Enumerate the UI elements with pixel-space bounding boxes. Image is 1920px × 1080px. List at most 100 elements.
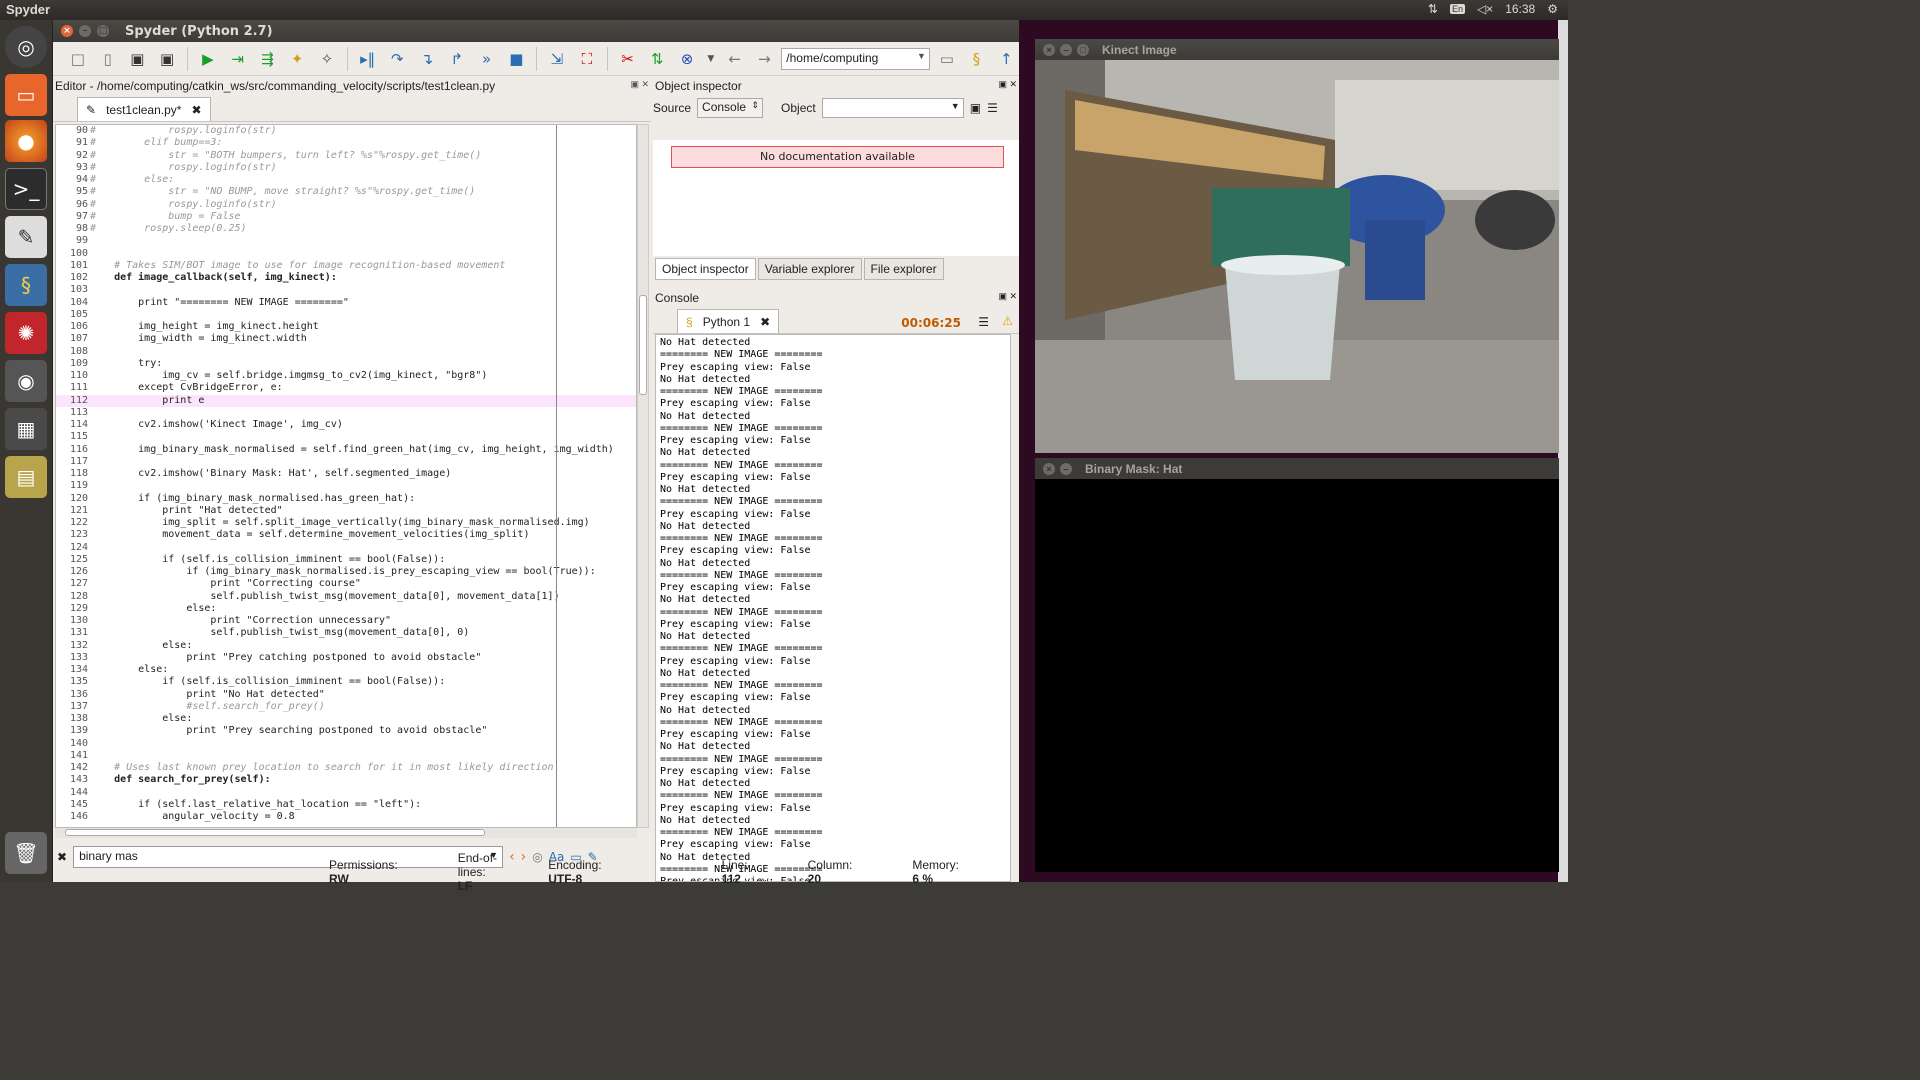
code-line[interactable]: 114 cv2.imshow('Kinect Image', img_cv) bbox=[56, 419, 636, 431]
code-line[interactable]: 110 img_cv = self.bridge.imgmsg_to_cv2(i… bbox=[56, 370, 636, 382]
code-line[interactable]: 140 bbox=[56, 738, 636, 750]
minimize-icon[interactable]: – bbox=[1060, 43, 1072, 56]
code-line[interactable]: 142 # Uses last known prey location to s… bbox=[56, 762, 636, 774]
pane-controls-icon[interactable]: ▣ ✕ bbox=[998, 291, 1017, 305]
pane-controls-icon[interactable]: ▣ ✕ bbox=[998, 79, 1017, 93]
continue-icon[interactable]: » bbox=[474, 46, 500, 72]
code-line[interactable]: 106 img_height = img_kinect.height bbox=[56, 321, 636, 333]
text-editor-icon[interactable]: ✎ bbox=[5, 216, 47, 258]
close-tab-icon[interactable]: ✖ bbox=[191, 103, 201, 117]
code-line[interactable]: 90 # rospy.loginfo(str) bbox=[56, 125, 636, 137]
code-line[interactable]: 125 if (self.is_collision_imminent == bo… bbox=[56, 554, 636, 566]
python-path-icon[interactable]: § bbox=[964, 46, 990, 72]
code-line[interactable]: 137 #self.search_for_prey() bbox=[56, 701, 636, 713]
code-line[interactable]: 127 print "Correcting course" bbox=[56, 578, 636, 590]
code-line[interactable]: 91 # elif bump==3: bbox=[56, 137, 636, 149]
stop-icon[interactable]: ⊗ bbox=[674, 46, 700, 72]
run-cell-icon[interactable]: ⇶ bbox=[254, 46, 280, 72]
re-run-icon[interactable]: ✧ bbox=[314, 46, 340, 72]
minimize-icon[interactable]: – bbox=[1060, 462, 1072, 475]
code-line[interactable]: 97 # bump = False bbox=[56, 211, 636, 223]
tab-python-1[interactable]: § Python 1 ✖ bbox=[677, 309, 780, 333]
minimize-icon[interactable]: – bbox=[79, 25, 91, 37]
step-icon[interactable]: ↷ bbox=[384, 46, 410, 72]
code-line[interactable]: 100 bbox=[56, 248, 636, 260]
options-icon[interactable]: ☰ bbox=[987, 101, 998, 115]
code-line[interactable]: 112 print e bbox=[56, 394, 636, 407]
code-line[interactable]: 120 if (img_binary_mask_normalised.has_g… bbox=[56, 493, 636, 505]
code-line[interactable]: 92 # str = "BOTH bumpers, turn left? %s"%… bbox=[56, 150, 636, 162]
code-line[interactable]: 118 cv2.imshow('Binary Mask: Hat', self.… bbox=[56, 468, 636, 480]
tab-file-explorer[interactable]: File explorer bbox=[863, 258, 944, 280]
code-line[interactable]: 119 bbox=[56, 480, 636, 492]
code-line[interactable]: 136 print "No Hat detected" bbox=[56, 689, 636, 701]
tab-variable-explorer[interactable]: Variable explorer bbox=[757, 258, 862, 280]
code-editor[interactable]: 90 # rospy.loginfo(str) 91 # elif bump==3: 9… bbox=[55, 124, 637, 828]
save-icon[interactable]: ▣ bbox=[125, 46, 151, 72]
options-icon[interactable]: ☰ bbox=[978, 315, 989, 329]
terminal-icon[interactable]: >_ bbox=[5, 168, 47, 210]
stop-debug-icon[interactable]: ■ bbox=[503, 46, 529, 72]
code-line[interactable]: 124 bbox=[56, 542, 636, 554]
step-return-icon[interactable]: ↱ bbox=[444, 46, 470, 72]
chevron-down-icon[interactable]: ▼ bbox=[917, 51, 926, 61]
maximize-icon[interactable]: □ bbox=[97, 25, 109, 37]
back-icon[interactable]: ← bbox=[722, 46, 748, 72]
preferences-icon[interactable]: ✂ bbox=[615, 46, 641, 72]
python-icon[interactable]: § bbox=[5, 264, 47, 306]
object-input[interactable]: ▼ bbox=[821, 98, 964, 118]
workspace-switcher-icon[interactable]: ▦ bbox=[5, 408, 47, 450]
code-line[interactable]: 103 bbox=[56, 284, 636, 296]
close-tab-icon[interactable]: ✖ bbox=[760, 315, 770, 329]
code-line[interactable]: 131 self.publish_twist_msg(movement_data… bbox=[56, 627, 636, 639]
parent-directory-icon[interactable]: ↑ bbox=[993, 46, 1019, 72]
code-line[interactable]: 129 else: bbox=[56, 603, 636, 615]
code-line[interactable]: 104 print "======== NEW IMAGE ========" bbox=[56, 297, 636, 309]
code-line[interactable]: 109 try: bbox=[56, 358, 636, 370]
pythonpath-icon[interactable]: ⇅ bbox=[644, 46, 670, 72]
source-select[interactable]: Console ⇕ bbox=[697, 98, 764, 118]
code-line[interactable]: 138 else: bbox=[56, 713, 636, 725]
code-line[interactable]: 115 bbox=[56, 431, 636, 443]
keyboard-layout[interactable]: En bbox=[1449, 4, 1465, 14]
code-line[interactable]: 122 img_split = self.split_image_vertica… bbox=[56, 517, 636, 529]
code-line[interactable]: 145 if (self.last_relative_hat_location … bbox=[56, 799, 636, 811]
warning-icon[interactable]: ⚠ bbox=[1002, 314, 1013, 328]
code-line[interactable]: 133 print "Prey catching postponed to av… bbox=[56, 652, 636, 664]
forward-icon[interactable]: → bbox=[752, 46, 778, 72]
maximize-pane-icon[interactable]: ⇲ bbox=[544, 46, 570, 72]
gimp-icon[interactable]: ◉ bbox=[5, 360, 47, 402]
code-line[interactable]: 95 # str = "NO BUMP, move straight? %s"%r… bbox=[56, 186, 636, 198]
tab-object-inspector[interactable]: Object inspector bbox=[655, 258, 756, 280]
code-line[interactable]: 117 bbox=[56, 456, 636, 468]
code-line[interactable]: 107 img_width = img_kinect.width bbox=[56, 333, 636, 345]
close-icon[interactable]: × bbox=[1043, 462, 1055, 475]
code-line[interactable]: 108 bbox=[56, 346, 636, 358]
code-line[interactable]: 93 # rospy.loginfo(str) bbox=[56, 162, 636, 174]
close-icon[interactable]: × bbox=[1043, 43, 1055, 56]
code-line[interactable]: 105 bbox=[56, 309, 636, 321]
dropdown-arrow-icon[interactable]: ▼ bbox=[704, 46, 718, 72]
run-icon[interactable]: ▶ bbox=[195, 46, 221, 72]
code-line[interactable]: 143 def search_for_prey(self): bbox=[56, 774, 636, 786]
code-line[interactable]: 116 img_binary_mask_normalised = self.fi… bbox=[56, 444, 636, 456]
code-line[interactable]: 111 except CvBridgeError, e: bbox=[56, 382, 636, 394]
new-file-icon[interactable]: □ bbox=[65, 46, 91, 72]
code-line[interactable]: 123 movement_data = self.determine_movem… bbox=[56, 529, 636, 541]
monitor-icon[interactable]: ▤ bbox=[5, 456, 47, 498]
power-icon[interactable]: ⚙ bbox=[1547, 2, 1558, 16]
lock-icon[interactable]: ▣ bbox=[970, 101, 981, 115]
debug-icon[interactable]: ▸‖ bbox=[355, 46, 381, 72]
code-line[interactable]: 128 self.publish_twist_msg(movement_data… bbox=[56, 591, 636, 603]
dash-icon[interactable]: ◎ bbox=[5, 26, 47, 68]
spyder-icon[interactable]: ✺ bbox=[5, 312, 47, 354]
pane-controls-icon[interactable]: ▣ ✕ bbox=[630, 79, 649, 93]
trash-icon[interactable]: 🗑 bbox=[5, 832, 47, 874]
editor-vertical-scrollbar[interactable] bbox=[637, 124, 649, 828]
step-into-icon[interactable]: ↴ bbox=[414, 46, 440, 72]
code-line[interactable]: 141 bbox=[56, 750, 636, 762]
clock[interactable]: 16:38 bbox=[1505, 2, 1535, 16]
code-line[interactable]: 132 else: bbox=[56, 640, 636, 652]
browse-folder-icon[interactable]: ▭ bbox=[934, 46, 960, 72]
code-line[interactable]: 144 bbox=[56, 787, 636, 799]
